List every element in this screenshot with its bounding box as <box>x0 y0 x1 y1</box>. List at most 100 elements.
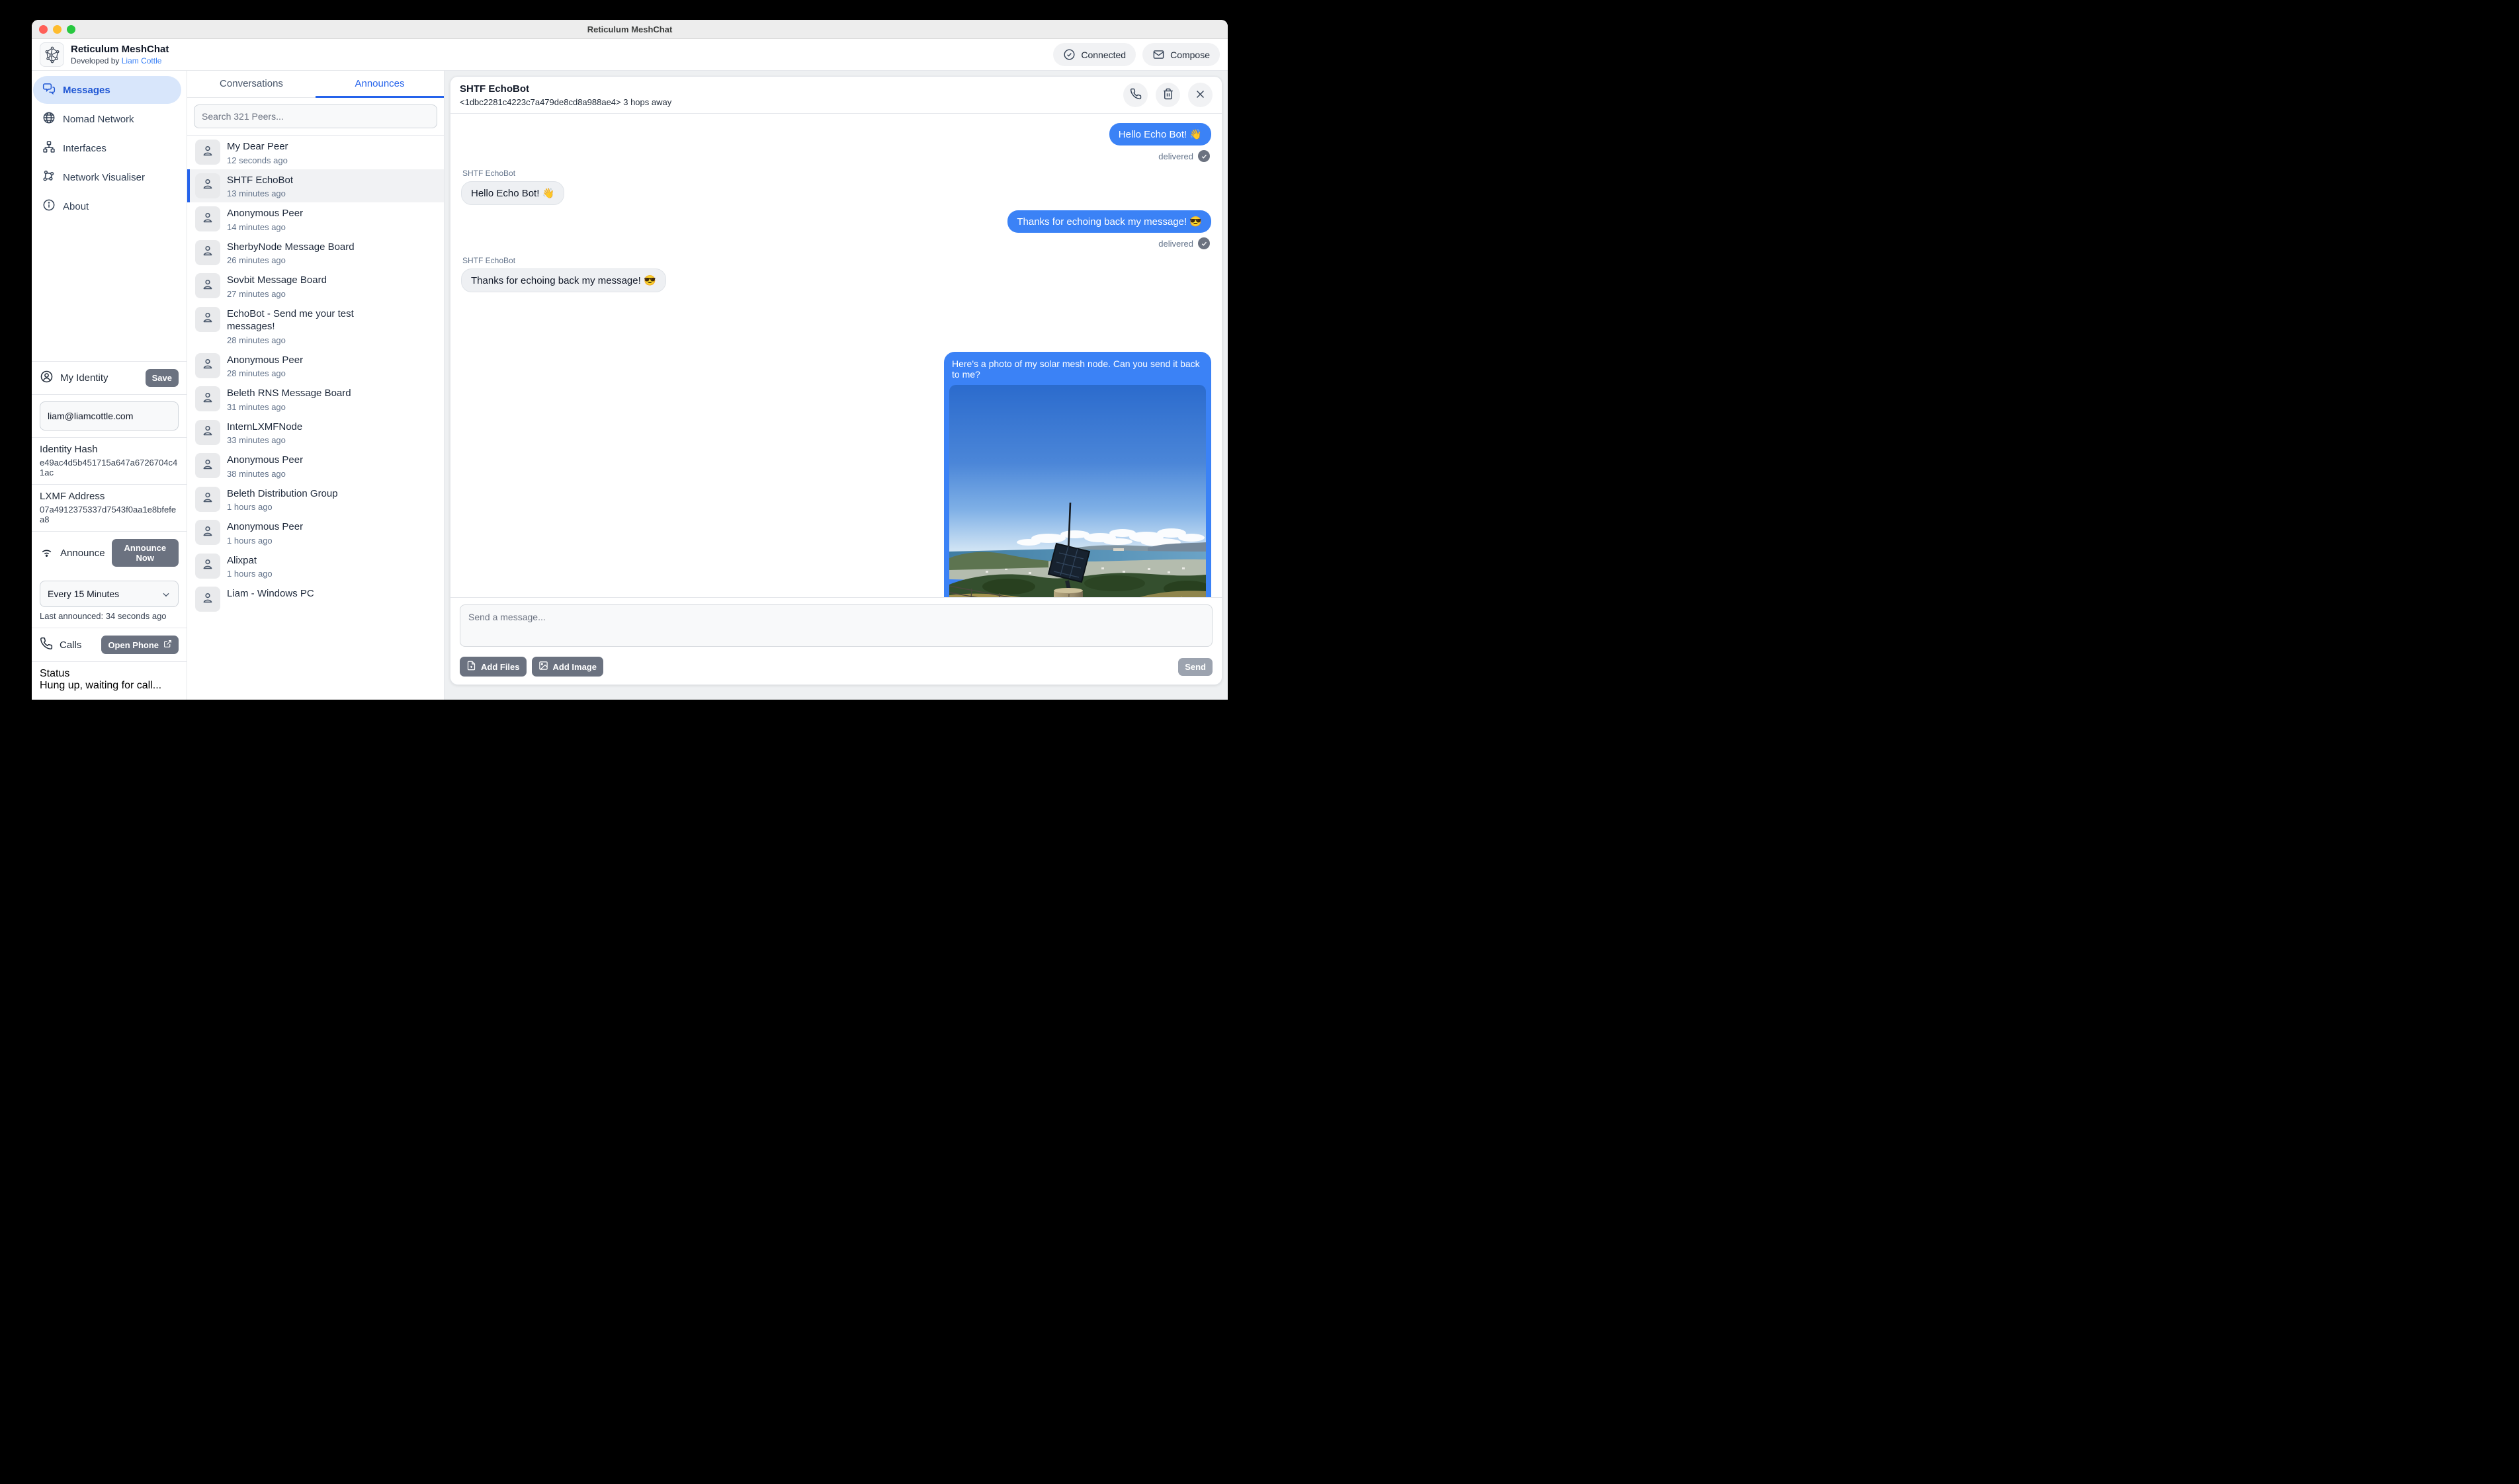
outgoing-message-bubble[interactable]: Thanks for echoing back my message! 😎 <box>1007 210 1211 233</box>
connected-button[interactable]: Connected <box>1053 43 1136 66</box>
peer-row[interactable]: SherbyNode Message Board 26 minutes ago <box>187 236 444 270</box>
peer-row[interactable]: Anonymous Peer 38 minutes ago <box>187 449 444 483</box>
lxmf-address-value: 07a4912375337d7543f0aa1e8bfefea8 <box>40 505 179 524</box>
peer-list: My Dear Peer 12 seconds ago SHTF EchoBot… <box>187 136 444 700</box>
message-input[interactable] <box>460 604 1213 647</box>
zoom-window-button[interactable] <box>67 25 75 34</box>
peer-row[interactable]: Beleth RNS Message Board 31 minutes ago <box>187 382 444 416</box>
sidebar-item-interfaces[interactable]: Interfaces <box>33 134 181 162</box>
photo-attachment[interactable] <box>949 385 1206 597</box>
chat-bubbles-icon <box>42 82 56 98</box>
add-image-button[interactable]: Add Image <box>532 657 603 677</box>
window-controls <box>39 25 75 34</box>
open-phone-button[interactable]: Open Phone <box>101 636 179 654</box>
globe-icon <box>42 111 56 127</box>
peer-avatar <box>195 173 220 198</box>
peer-row[interactable]: InternLXMFNode 33 minutes ago <box>187 416 444 450</box>
delivered-check-icon <box>1198 150 1210 162</box>
phone-icon <box>40 637 53 653</box>
peer-avatar <box>195 353 220 378</box>
sidebar-item-messages[interactable]: Messages <box>33 76 181 104</box>
peer-avatar <box>195 240 220 265</box>
sidebar-item-nomad-network[interactable]: Nomad Network <box>33 105 181 133</box>
peer-avatar <box>195 453 220 478</box>
close-window-button[interactable] <box>39 25 48 34</box>
peer-name: SHTF EchoBot <box>227 173 293 187</box>
chat-header: SHTF EchoBot <1dbc2281c4223c7a479de8cd8a… <box>450 77 1222 114</box>
identity-hash-label: Identity Hash <box>40 444 179 455</box>
trash-icon <box>1162 88 1174 102</box>
minimize-window-button[interactable] <box>53 25 62 34</box>
my-identity-label: My Identity <box>60 372 139 384</box>
person-icon <box>200 177 215 194</box>
peer-row[interactable]: Beleth Distribution Group 1 hours ago <box>187 483 444 516</box>
peer-announce-time: 26 minutes ago <box>227 255 355 265</box>
peer-row[interactable]: EchoBot - Send me your test messages! 28… <box>187 303 444 349</box>
identity-panel: My Identity Save Identity Hash e49ac4d5b… <box>32 361 187 700</box>
announce-now-button[interactable]: Announce Now <box>112 539 179 567</box>
app-header: Reticulum MeshChat Developed by Liam Cot… <box>32 39 1228 71</box>
peer-announce-time: 1 hours ago <box>227 502 338 512</box>
peer-announce-time: 12 seconds ago <box>227 155 288 165</box>
incoming-message: SHTF EchoBot Hello Echo Bot! 👋 <box>461 163 1211 205</box>
peer-row[interactable]: Anonymous Peer 1 hours ago <box>187 516 444 550</box>
sidebar-nav: Messages Nomad Network Interfaces Networ… <box>32 71 187 222</box>
person-icon <box>200 356 215 374</box>
person-icon <box>200 557 215 575</box>
peer-name: InternLXMFNode <box>227 420 302 434</box>
save-button[interactable]: Save <box>146 369 179 387</box>
person-icon <box>200 310 215 328</box>
delete-conversation-button[interactable] <box>1156 83 1180 107</box>
search-peers-input[interactable] <box>194 104 437 128</box>
message-sender-label: SHTF EchoBot <box>462 169 515 178</box>
sidebar-item-label: Messages <box>63 85 110 96</box>
peer-row[interactable]: SHTF EchoBot 13 minutes ago <box>187 169 444 203</box>
photo-message-bubble[interactable]: Here's a photo of my solar mesh node. Ca… <box>944 352 1211 597</box>
sidebar-item-network-visualiser[interactable]: Network Visualiser <box>33 163 181 191</box>
hierarchy-icon <box>42 140 56 156</box>
person-icon <box>200 457 215 475</box>
status-value: Hung up, waiting for call... <box>40 680 179 692</box>
person-icon <box>200 591 215 608</box>
lxmf-address-block: LXMF Address 07a4912375337d7543f0aa1e8bf… <box>32 484 187 531</box>
person-icon <box>200 390 215 408</box>
peer-row[interactable]: My Dear Peer 12 seconds ago <box>187 136 444 169</box>
send-button[interactable]: Send <box>1178 658 1213 676</box>
peer-row[interactable]: Anonymous Peer 28 minutes ago <box>187 349 444 383</box>
person-icon <box>200 277 215 295</box>
peer-announce-time: 31 minutes ago <box>227 402 351 412</box>
peer-announce-time: 33 minutes ago <box>227 435 302 445</box>
message-list: Hello Echo Bot! 👋 delivered SHTF EchoBot… <box>450 114 1222 597</box>
app-title: Reticulum MeshChat <box>71 44 169 56</box>
incoming-message-bubble[interactable]: Thanks for echoing back my message! 😎 <box>461 268 666 292</box>
peer-name: Beleth Distribution Group <box>227 487 338 501</box>
add-files-button[interactable]: Add Files <box>460 657 527 677</box>
tab-conversations[interactable]: Conversations <box>187 71 316 97</box>
peer-row[interactable]: Sovbit Message Board 27 minutes ago <box>187 269 444 303</box>
person-icon <box>200 524 215 542</box>
envelope-icon <box>1152 48 1165 61</box>
call-peer-button[interactable] <box>1123 83 1148 107</box>
chat-card: SHTF EchoBot <1dbc2281c4223c7a479de8cd8a… <box>450 76 1222 685</box>
peer-announce-time: 14 minutes ago <box>227 222 303 232</box>
peer-row[interactable]: Alixpat 1 hours ago <box>187 550 444 583</box>
peer-announce-time: 13 minutes ago <box>227 188 293 198</box>
peer-name: Beleth RNS Message Board <box>227 386 351 400</box>
peer-name: Anonymous Peer <box>227 353 303 367</box>
tab-announces[interactable]: Announces <box>316 71 444 97</box>
announce-interval-select[interactable]: Every 15 Minutes <box>40 581 179 607</box>
sidebar-item-about[interactable]: About <box>33 192 181 220</box>
peers-panel: ConversationsAnnounces My Dear Peer 12 s… <box>187 71 445 700</box>
delivery-status: delivered <box>1158 150 1210 162</box>
incoming-message-bubble[interactable]: Hello Echo Bot! 👋 <box>461 181 564 205</box>
peer-row[interactable]: Liam - Windows PC <box>187 583 444 616</box>
outgoing-message-bubble[interactable]: Hello Echo Bot! 👋 <box>1109 123 1211 145</box>
developer-link[interactable]: Liam Cottle <box>122 56 162 65</box>
display-name-input[interactable] <box>40 401 179 431</box>
compose-button[interactable]: Compose <box>1142 43 1220 66</box>
peer-avatar <box>195 206 220 231</box>
close-conversation-button[interactable] <box>1188 83 1213 107</box>
peer-row[interactable]: Anonymous Peer 14 minutes ago <box>187 202 444 236</box>
peer-avatar <box>195 520 220 545</box>
person-circle-icon <box>40 370 54 386</box>
